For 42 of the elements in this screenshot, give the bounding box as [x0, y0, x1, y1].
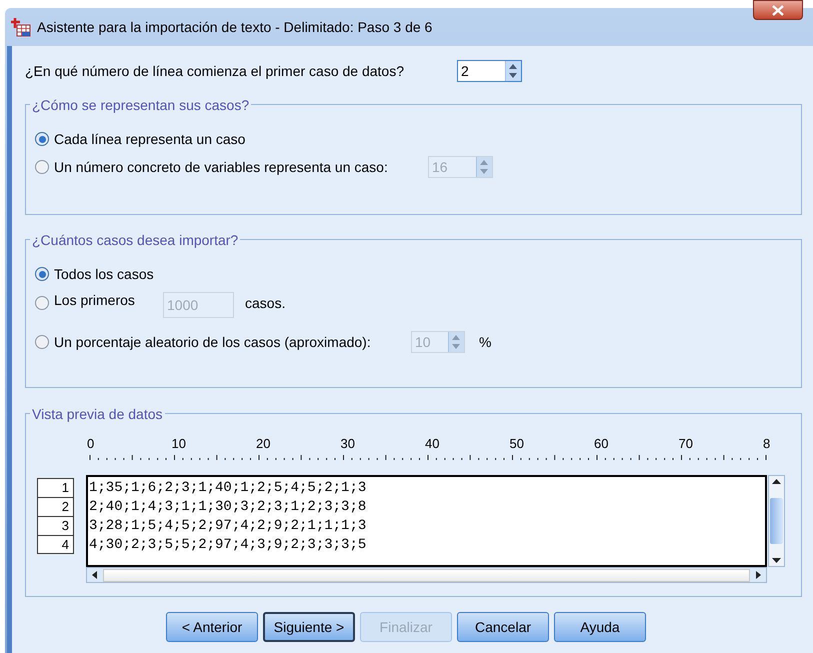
close-button[interactable]: [753, 0, 803, 20]
row-number: 4: [37, 535, 74, 554]
radio-button[interactable]: [35, 296, 49, 310]
row-number: 2: [37, 497, 74, 516]
ruler-label: 40: [425, 436, 440, 452]
radio-label[interactable]: Los primeros: [54, 288, 158, 311]
vertical-scrollbar[interactable]: [768, 475, 785, 567]
scrollbar-thumb[interactable]: [103, 568, 750, 582]
ruler-label: 30: [340, 436, 355, 452]
row-number: 1: [37, 478, 74, 497]
dialog-button[interactable]: Siguiente >: [263, 612, 355, 642]
ruler-label: 0: [87, 436, 94, 452]
ruler-label: 8: [763, 436, 770, 452]
table-icon: [11, 17, 31, 37]
ruler-label: 10: [172, 436, 186, 452]
radio-label[interactable]: Todos los casos: [54, 264, 154, 284]
radio-button[interactable]: [35, 267, 49, 281]
unit-label: casos.: [245, 294, 286, 312]
radio-label[interactable]: Un número concreto de variables representa un caso:: [54, 156, 423, 178]
window-title: Asistente para la importación de texto - Delimitado: Paso 3 de 6: [37, 18, 432, 37]
dialog-button[interactable]: Cancelar: [457, 612, 549, 642]
ruler-label: 60: [594, 436, 608, 452]
ruler-label: 70: [678, 436, 693, 452]
radio-button[interactable]: [35, 335, 49, 349]
dialog-button[interactable]: < Anterior: [166, 612, 258, 642]
horizontal-scrollbar[interactable]: [86, 567, 767, 583]
data-line: 4;30;2;3;5;5;2;97;4;3;9;2;3;3;3;5: [89, 536, 368, 555]
radio-button[interactable]: [35, 132, 49, 146]
ruler-label: 50: [510, 436, 524, 452]
close-icon: [772, 4, 784, 16]
data-line: 2;40;1;4;3;1;1;30;3;2;3;1;2;3;3;8: [89, 498, 368, 517]
data-line: 1;35;1;6;2;3;1;40;1;2;5;4;5;2;1;3: [89, 479, 368, 498]
question-label: ¿En qué número de línea comienza el primer caso de datos?: [25, 62, 405, 81]
ruler-label: 20: [256, 436, 270, 452]
row-number: 3: [37, 516, 74, 535]
radio-label[interactable]: Un porcentaje aleatorio de los casos (aproximado):: [54, 332, 406, 352]
dialog-button[interactable]: Ayuda: [554, 612, 646, 642]
radio-button[interactable]: [35, 160, 49, 174]
scrollbar-thumb[interactable]: [770, 498, 783, 544]
data-line: 3;28;1;5;4;5;2;97;4;2;9;2;1;1;1;3: [89, 517, 368, 536]
radio-label[interactable]: Cada línea representa un caso: [54, 128, 246, 150]
unit-label: %: [479, 332, 492, 352]
